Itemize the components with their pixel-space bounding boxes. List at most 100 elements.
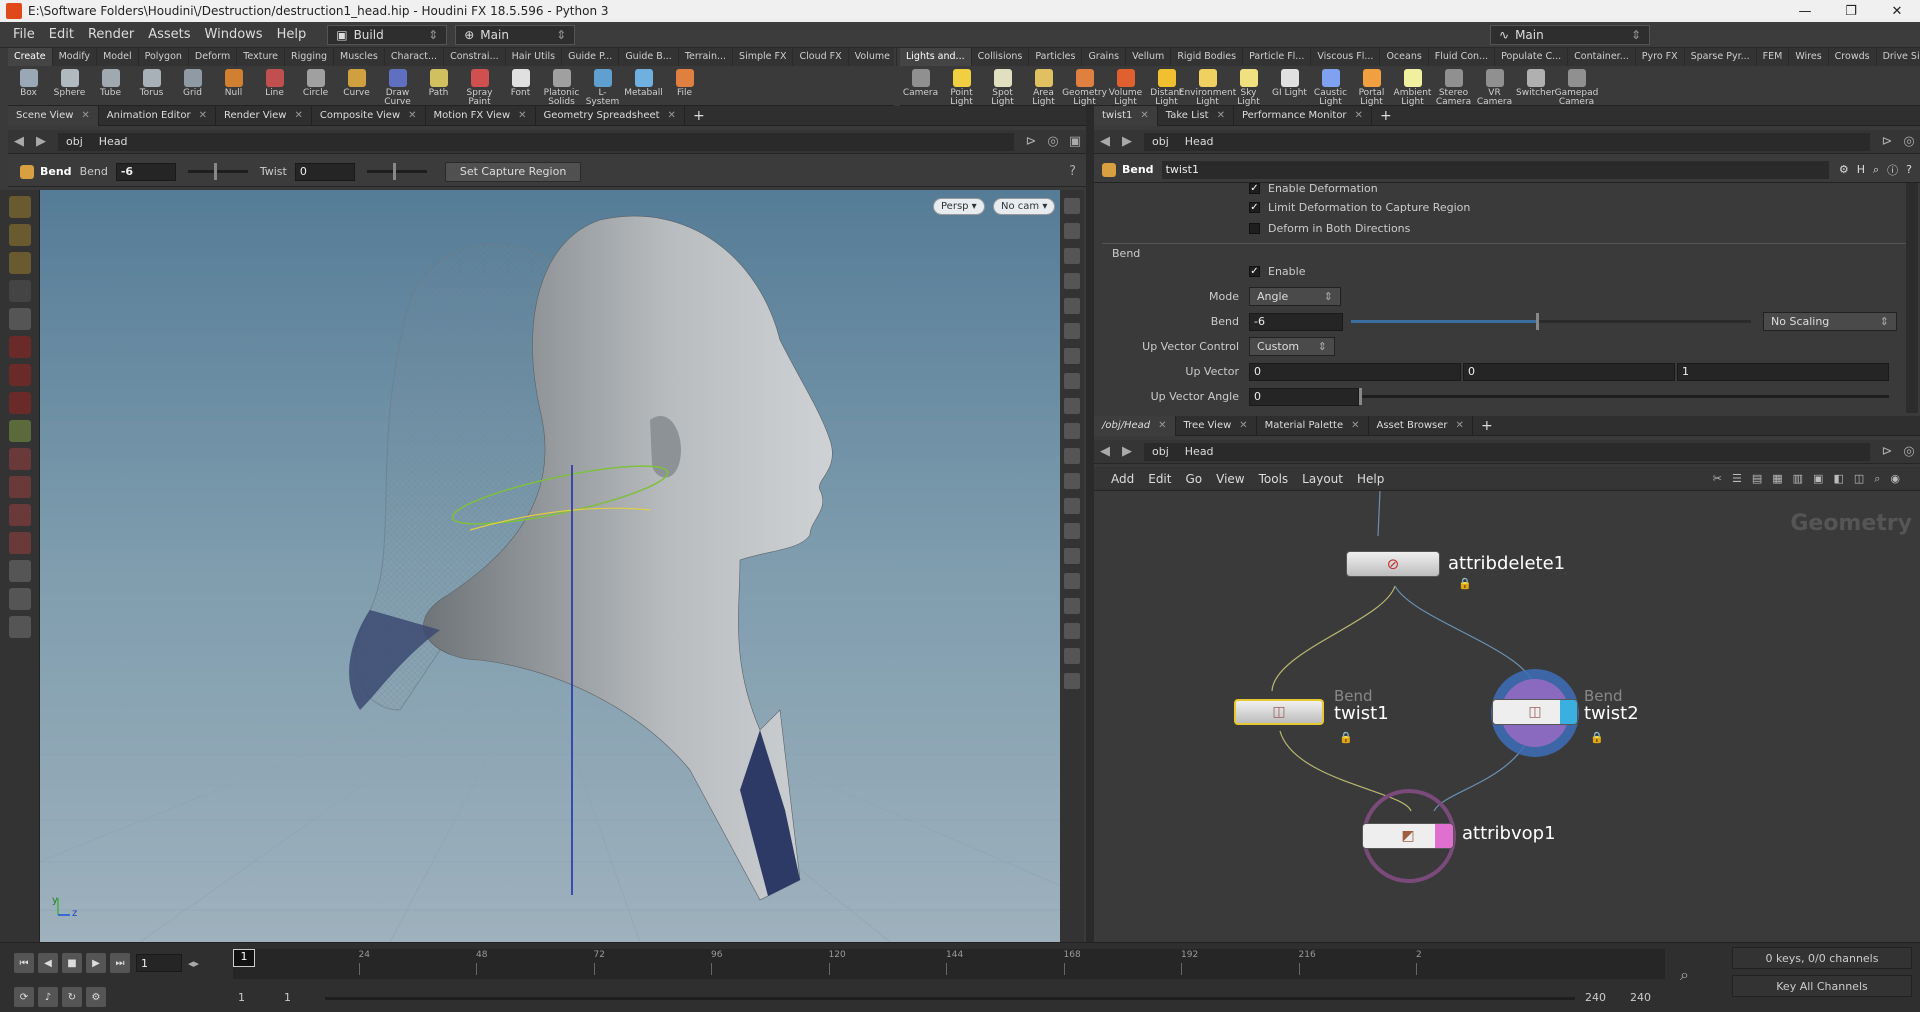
- info-icon[interactable]: [1064, 623, 1080, 639]
- tab-scene-view[interactable]: Scene View ✕: [8, 105, 99, 126]
- shelf-tool[interactable]: Caustic Light: [1310, 66, 1351, 107]
- shelf-tab[interactable]: Sparse Pyr...: [1685, 48, 1757, 66]
- shelf-tool[interactable]: Switcher: [1515, 66, 1556, 98]
- up-vector-control-dropdown[interactable]: Custom ⇕: [1249, 337, 1335, 356]
- shelf-tab[interactable]: Polygon: [139, 48, 189, 66]
- lock-view-icon[interactable]: [1064, 248, 1080, 264]
- shelf-tab[interactable]: Populate C...: [1495, 48, 1569, 66]
- shelf-tool[interactable]: Draw Curve: [377, 66, 418, 107]
- limit-deformation-checkbox[interactable]: ✓: [1249, 202, 1260, 213]
- current-frame-field[interactable]: 1: [136, 954, 182, 972]
- shelf-tab[interactable]: Collisions: [972, 48, 1030, 66]
- settings-icon[interactable]: ⚙: [86, 987, 106, 1007]
- node-attribdelete1[interactable]: ⊘ attribdelete1 🔒: [1346, 551, 1565, 590]
- shelf-tool[interactable]: Grid: [172, 66, 213, 98]
- audio-icon[interactable]: ♪: [38, 987, 58, 1007]
- start-frame-2[interactable]: 1: [284, 991, 291, 1004]
- persp-menu[interactable]: Persp ▾: [933, 198, 985, 215]
- shelf-tab[interactable]: Hair Utils: [506, 48, 563, 66]
- tab-params[interactable]: twist1 ✕: [1094, 105, 1158, 126]
- menu-render[interactable]: Render: [81, 27, 141, 42]
- flipbook-icon[interactable]: [8, 616, 31, 638]
- normals-icon[interactable]: [1064, 398, 1080, 414]
- magnet-curve-icon[interactable]: [8, 532, 31, 554]
- shelf-tab[interactable]: Terrain...: [679, 48, 734, 66]
- path-obj[interactable]: obj: [1144, 445, 1177, 458]
- rotate-tool-icon[interactable]: [8, 364, 31, 386]
- pin-icon[interactable]: ⊳: [1876, 444, 1898, 459]
- shelf-tab[interactable]: Pyro FX: [1636, 48, 1685, 66]
- add-tab-icon[interactable]: +: [1473, 418, 1501, 434]
- shelf-tool[interactable]: Point Light: [941, 66, 982, 107]
- path-head[interactable]: Head: [1177, 135, 1222, 148]
- menu-edit[interactable]: Edit: [42, 27, 81, 42]
- pin-icon[interactable]: ⊳: [1876, 134, 1898, 149]
- camera-menu[interactable]: No cam ▾: [993, 198, 1056, 215]
- view-options-icon[interactable]: [1064, 673, 1080, 689]
- pin-icon[interactable]: ⊳: [1020, 134, 1042, 149]
- menu-windows[interactable]: Windows: [198, 27, 270, 42]
- shelf-tool[interactable]: Platonic Solids: [541, 66, 582, 107]
- shelf-tab[interactable]: Particles: [1029, 48, 1083, 66]
- shelf-tool[interactable]: Circle: [295, 66, 336, 98]
- camera-icon[interactable]: [8, 560, 31, 582]
- shelf-tab[interactable]: Vellum: [1126, 48, 1172, 66]
- shelf-tab[interactable]: Container...: [1568, 48, 1636, 66]
- link-icon[interactable]: ◎: [1898, 444, 1920, 459]
- shelf-tool[interactable]: Tube: [90, 66, 131, 98]
- hscript-icon[interactable]: H: [1857, 163, 1865, 176]
- shelf-tool[interactable]: Path: [418, 66, 459, 98]
- pose-tool-icon[interactable]: [8, 252, 31, 274]
- forward-arrow-icon[interactable]: ▶: [30, 134, 52, 149]
- tab-animation-editor[interactable]: Animation Editor ✕: [99, 105, 216, 126]
- path-head[interactable]: Head: [1177, 445, 1222, 458]
- shelf-tab[interactable]: Charact...: [385, 48, 445, 66]
- shelf-tool[interactable]: Sky Light: [1228, 66, 1269, 107]
- realtime-icon[interactable]: ⟳: [14, 987, 34, 1007]
- shading-icon[interactable]: [1064, 298, 1080, 314]
- network-editor[interactable]: Geometry ⊘ attribdelete1 🔒 ◫ Bend twist1…: [1094, 491, 1920, 942]
- lock-icon[interactable]: [8, 308, 31, 330]
- shelf-tool[interactable]: Gamepad Camera: [1555, 66, 1598, 107]
- shelf-tool[interactable]: Sphere: [49, 66, 90, 98]
- link-icon[interactable]: ◎: [1042, 134, 1064, 149]
- shelf-tab[interactable]: Wires: [1789, 48, 1829, 66]
- end-frame[interactable]: 240: [1585, 991, 1606, 1004]
- shelf-tool[interactable]: Environment Light: [1179, 66, 1236, 107]
- bend-input[interactable]: -6: [115, 162, 176, 181]
- search-icon[interactable]: ⌕: [1873, 163, 1879, 177]
- shelf-tab[interactable]: Muscles: [334, 48, 385, 66]
- twist-input[interactable]: 0: [294, 162, 355, 181]
- shelf-tool[interactable]: Metaball: [623, 66, 664, 98]
- help-icon[interactable]: ?: [1906, 163, 1912, 176]
- tab-material-palette[interactable]: Material Palette ✕: [1257, 415, 1369, 436]
- shelf-tab[interactable]: Constrai...: [444, 48, 506, 66]
- tab-performance-monitor[interactable]: Performance Monitor ✕: [1234, 105, 1372, 126]
- net-menu-help[interactable]: Help: [1350, 472, 1391, 486]
- pane-divider[interactable]: [1086, 106, 1094, 942]
- move-tool-icon[interactable]: [8, 336, 31, 358]
- magnet-icon[interactable]: [8, 448, 31, 470]
- shelf-tab[interactable]: Rigging: [285, 48, 335, 66]
- net-menu-go[interactable]: Go: [1178, 472, 1209, 486]
- tab-composite-view[interactable]: Composite View ✕: [312, 105, 426, 126]
- bend-slider[interactable]: [187, 163, 248, 180]
- shelf-tab[interactable]: Guide P...: [562, 48, 620, 66]
- shelf-tool[interactable]: GI Light: [1269, 66, 1310, 98]
- desktop-main-select[interactable]: ⊕ Main ⇕: [455, 24, 576, 45]
- minimize-button[interactable]: —: [1782, 4, 1828, 19]
- shelf-tool[interactable]: VR Camera: [1474, 66, 1515, 107]
- shelf-tab[interactable]: Particle Fl...: [1243, 48, 1312, 66]
- shelf-tab[interactable]: Volume: [849, 48, 897, 66]
- shelf-tab[interactable]: Rigid Bodies: [1171, 48, 1244, 66]
- shelf-tab[interactable]: Texture: [237, 48, 286, 66]
- text-display-icon[interactable]: [1064, 573, 1080, 589]
- key-icon[interactable]: ⌕: [1680, 965, 1689, 985]
- maximize-button[interactable]: ❐: [1828, 4, 1874, 19]
- shelf-tab[interactable]: Oceans: [1380, 48, 1429, 66]
- shelf-tool[interactable]: Spray Paint: [459, 66, 500, 107]
- up-vector-angle-field[interactable]: 0: [1249, 387, 1359, 406]
- scene-viewport[interactable]: y z Persp ▾ No cam ▾: [40, 190, 1060, 942]
- node-twist2[interactable]: ◫ Bend twist2 🔒: [1492, 687, 1639, 744]
- deform-both-checkbox[interactable]: [1249, 223, 1260, 234]
